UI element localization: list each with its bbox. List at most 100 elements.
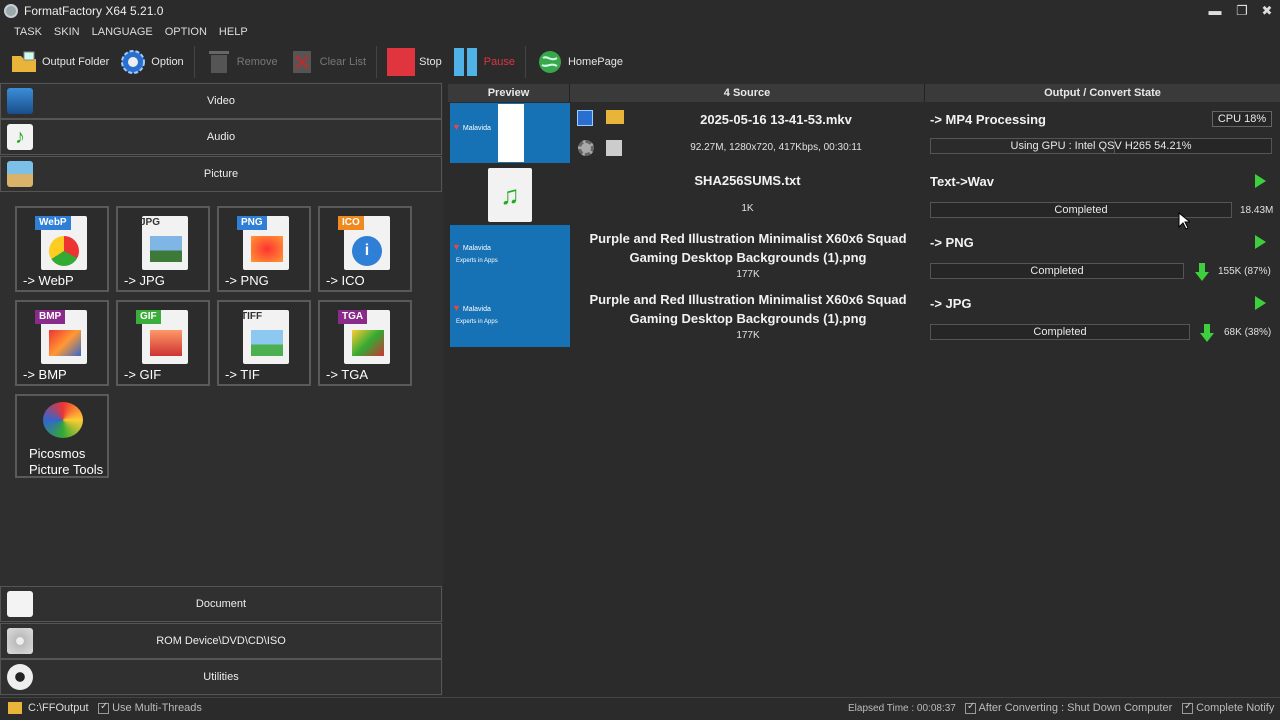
output-path[interactable]: C:\FFOutput	[28, 702, 89, 714]
folder-icon	[10, 48, 38, 76]
convert-to-tga-tile[interactable]: TGA -> TGA	[318, 300, 412, 386]
checkbox-icon	[98, 701, 109, 714]
minimize-button[interactable]: ▬	[1202, 2, 1228, 20]
tile-label: -> ICO	[326, 273, 365, 288]
malavida-logo: ▼ Malavida	[452, 303, 491, 313]
landscape-icon	[150, 236, 182, 262]
folder-icon[interactable]	[606, 110, 624, 124]
menu-option[interactable]: OPTION	[165, 26, 207, 38]
category-audio-label: Audio	[206, 131, 236, 143]
task-name: SHA256SUMS.txt	[694, 173, 801, 188]
multi-threads-checkbox[interactable]: Use Multi-Threads	[98, 701, 202, 714]
convert-to-jpg-tile[interactable]: JPG -> JPG	[116, 206, 210, 292]
paint-icon	[49, 330, 81, 356]
close-button[interactable]: ✖	[1254, 2, 1280, 20]
info-icon[interactable]	[577, 110, 593, 126]
menu-skin[interactable]: SKIN	[54, 26, 80, 38]
convert-to-bmp-tile[interactable]: BMP -> BMP	[15, 300, 109, 386]
pause-button[interactable]: Pause	[452, 44, 515, 80]
picosmos-tools-tile[interactable]: Picosmos Picture Tools	[15, 394, 109, 478]
column-source[interactable]: 4 Source	[570, 84, 925, 102]
tile-label: -> WebP	[23, 273, 74, 288]
play-button[interactable]	[1250, 232, 1270, 252]
down-arrow-icon	[1200, 324, 1214, 342]
format-badge: GIF	[136, 310, 161, 324]
maximize-button[interactable]: ❐	[1229, 2, 1255, 20]
category-utilities[interactable]: Utilities	[0, 659, 442, 695]
output-folder-button[interactable]: Output Folder	[10, 44, 109, 80]
output-size: 18.43M	[1240, 205, 1274, 216]
window-title: FormatFactory X64 5.21.0	[24, 4, 164, 18]
column-output[interactable]: Output / Convert State	[925, 84, 1280, 102]
convert-to-gif-tile[interactable]: GIF -> GIF	[116, 300, 210, 386]
toolbar-separator	[376, 46, 378, 78]
option-label: Option	[151, 56, 184, 68]
toolbar-separator	[193, 46, 195, 78]
down-arrow-icon	[1195, 263, 1209, 281]
picosmos-line2: Picture Tools	[29, 462, 104, 477]
tile-label: -> TIF	[225, 367, 260, 382]
chrome-icon	[49, 236, 79, 266]
malavida-tagline: Experts in Apps	[456, 258, 498, 264]
menu-language[interactable]: LANGUAGE	[92, 26, 153, 38]
menu-help[interactable]: HELP	[219, 26, 248, 38]
settings-icon[interactable]	[578, 140, 594, 156]
menu-task[interactable]: TASK	[14, 26, 42, 38]
stop-button[interactable]: Stop	[387, 44, 442, 80]
film-icon	[7, 88, 33, 114]
task-info: 177K	[736, 269, 760, 280]
category-audio[interactable]: ♪ Audio	[0, 119, 442, 155]
document-preview	[498, 104, 524, 162]
notify-label: Complete Notify	[1196, 702, 1275, 714]
malavida-name: Malavida	[462, 245, 491, 252]
category-picture-label: Picture	[203, 168, 239, 180]
pause-icon	[452, 48, 480, 76]
task-info: 1K	[741, 203, 754, 214]
malavida-logo: ▼ Malavida	[452, 242, 491, 252]
convert-to-png-tile[interactable]: PNG -> PNG	[217, 206, 311, 292]
format-badge: BMP	[35, 310, 66, 324]
category-rom-label: ROM Device\DVD\CD\ISO	[156, 635, 286, 647]
convert-to-webp-tile[interactable]: WebP -> WebP	[15, 206, 109, 292]
picosmos-label: Picosmos Picture Tools	[29, 446, 103, 478]
document-icon	[7, 591, 33, 617]
picosmos-icon	[43, 402, 83, 438]
clear-list-label: Clear List	[319, 56, 367, 68]
column-preview[interactable]: Preview	[448, 84, 570, 102]
tile-label: -> PNG	[225, 273, 269, 288]
category-document[interactable]: Document	[0, 586, 442, 622]
category-video[interactable]: Video	[0, 83, 442, 119]
category-video-label: Video	[207, 95, 235, 107]
remove-button[interactable]: Remove	[205, 44, 278, 80]
option-button[interactable]: Option	[119, 44, 184, 80]
homepage-label: HomePage	[567, 56, 624, 68]
clear-list-button[interactable]: Clear List	[288, 44, 366, 80]
format-badge: PNG	[237, 216, 267, 230]
notify-checkbox[interactable]: Complete Notify	[1182, 701, 1275, 714]
progress-text: Using GPU : Intel QSV H265 54.21%	[1010, 140, 1192, 152]
malavida-logo: ▼ Malavida	[452, 122, 491, 132]
malavida-name: Malavida	[462, 125, 491, 132]
play-button[interactable]	[1250, 293, 1270, 313]
pause-label: Pause	[483, 56, 515, 68]
tile-label: -> BMP	[23, 367, 67, 382]
homepage-button[interactable]: HomePage	[536, 44, 623, 80]
trash-icon	[205, 48, 233, 76]
category-rom[interactable]: ROM Device\DVD\CD\ISO	[0, 623, 442, 659]
shutdown-checkbox[interactable]: After Converting : Shut Down Computer	[965, 701, 1172, 714]
play-button[interactable]	[1250, 171, 1270, 191]
convert-to-tif-tile[interactable]: TIFF -> TIF	[217, 300, 311, 386]
status-bar: C:\FFOutput Use Multi-Threads Elapsed Ti…	[0, 697, 1280, 720]
folder-icon[interactable]	[8, 702, 22, 714]
disc-icon	[7, 628, 33, 654]
edit-icon[interactable]	[606, 140, 622, 156]
info-icon: i	[352, 236, 382, 266]
format-badge: JPG	[140, 217, 161, 228]
globe-icon	[536, 48, 564, 76]
category-picture[interactable]: Picture	[0, 156, 442, 192]
title-bar: FormatFactory X64 5.21.0 ▬ ❐ ✖	[0, 0, 1280, 22]
task-name: Purple and Red Illustration Minimalist X…	[589, 231, 907, 265]
audio-file-icon: ♫	[488, 168, 532, 222]
convert-to-ico-tile[interactable]: ICO i -> ICO	[318, 206, 412, 292]
picture-icon	[7, 161, 33, 187]
